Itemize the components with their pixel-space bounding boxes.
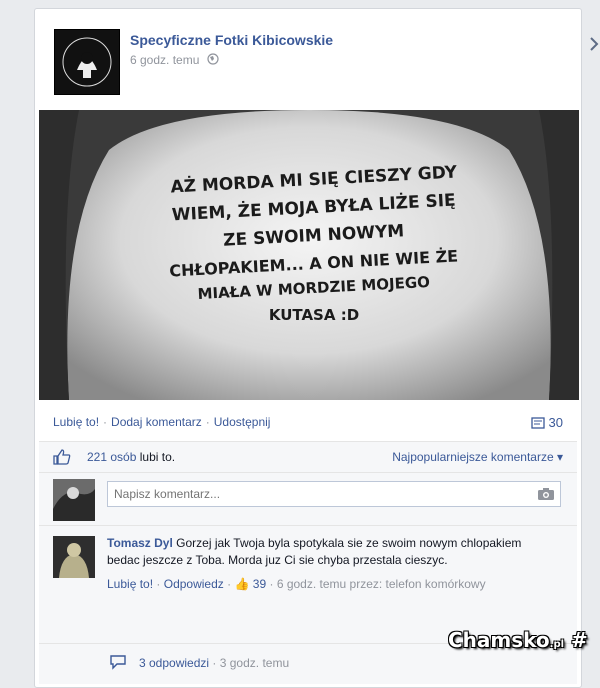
likes-row: 221 osób lubi to. Najpopularniejsze kome…	[39, 441, 577, 472]
thumbs-up-icon	[53, 449, 71, 468]
comment-input[interactable]	[107, 481, 561, 507]
reply-arrow-icon	[109, 654, 127, 673]
separator-dot: ·	[227, 577, 232, 591]
replies-summary: 3 odpowiedzi · 3 godz. temu	[139, 656, 289, 670]
watermark: Chamsko.pl #	[448, 628, 588, 652]
compose-row	[39, 472, 577, 525]
separator-dot: ·	[156, 577, 161, 591]
post-time[interactable]: 6 godz. temu	[130, 53, 199, 67]
separator-dot: ·	[205, 415, 210, 429]
page-logo[interactable]	[54, 29, 120, 95]
page-name-link[interactable]: Specyficzne Fotki Kibicowskie	[130, 32, 333, 48]
post-photo[interactable]: AŻ MORDA MI SIĘ CIESZY GDY WIEM, ŻE MOJA…	[39, 110, 579, 400]
user-avatar[interactable]	[53, 479, 95, 521]
comment-body: Tomasz Dyl Gorzej jak Twoja byla spotyka…	[107, 535, 547, 593]
likes-summary: 221 osób lubi to.	[87, 450, 175, 464]
likes-count-link[interactable]: 221 osób	[87, 450, 136, 464]
caret-down-icon: ▾	[556, 450, 563, 464]
camera-icon[interactable]	[537, 487, 555, 504]
comment-time: 6 godz. temu przez: telefon komórkowy	[276, 577, 486, 591]
shirt-text-line: KUTASA :D	[269, 306, 359, 324]
sort-label: Najpopularniejsze komentarze	[392, 450, 554, 464]
separator-dot: ·	[103, 415, 108, 429]
comment-count: 30	[548, 415, 563, 430]
view-replies-link[interactable]: 3 odpowiedzi	[139, 656, 209, 670]
post-card: Specyficzne Fotki Kibicowskie 6 godz. te…	[34, 8, 582, 688]
comment-actions: Lubię to! · Odpowiedz · 👍 39 · 6 godz. t…	[107, 575, 547, 593]
hash-icon: #	[564, 628, 588, 652]
post-meta: 6 godz. temu	[130, 53, 219, 68]
likes-suffix: lubi to.	[139, 450, 176, 464]
watermark-text: Chamsko	[448, 628, 550, 652]
globe-icon	[207, 53, 219, 68]
watermark-suffix: .pl	[549, 639, 565, 650]
like-link[interactable]: Lubię to!	[53, 415, 99, 429]
comment-icon	[530, 416, 545, 429]
thumbs-up-icon: 👍	[234, 577, 250, 591]
comment-item: Tomasz Dyl Gorzej jak Twoja byla spotyka…	[39, 525, 577, 644]
sort-comments-dropdown[interactable]: Najpopularniejsze komentarze ▾	[392, 450, 563, 464]
comment-like-link[interactable]: Lubię to!	[107, 577, 153, 591]
comment-like-count: 39	[252, 577, 267, 591]
share-link[interactable]: Udostępnij	[214, 415, 271, 429]
comment-reply-link[interactable]: Odpowiedz	[164, 577, 224, 591]
comment-link[interactable]: Dodaj komentarz	[111, 415, 202, 429]
right-edge-scroll[interactable]	[588, 8, 600, 68]
post-actions: Lubię to! · Dodaj komentarz · Udostępnij 30	[53, 415, 563, 433]
separator-dot: ·	[269, 577, 274, 591]
commenter-avatar[interactable]	[53, 536, 95, 578]
separator-dot: ·	[212, 656, 217, 670]
comment-count-button[interactable]: 30	[530, 415, 563, 431]
replies-time: 3 godz. temu	[219, 656, 290, 670]
comment-likes-button[interactable]: 👍 39	[234, 577, 266, 591]
comment-author-link[interactable]: Tomasz Dyl	[107, 536, 173, 550]
post-header: Specyficzne Fotki Kibicowskie 6 godz. te…	[54, 29, 571, 99]
